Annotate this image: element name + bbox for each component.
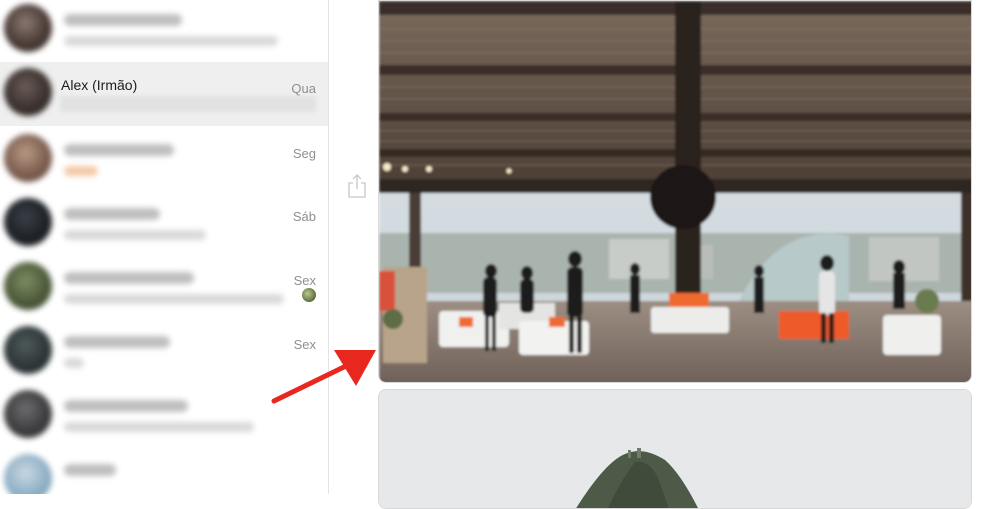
conversation-row[interactable] — [0, 256, 328, 320]
message-preview-blurred — [64, 294, 284, 304]
message-preview-blurred — [60, 96, 316, 112]
conversation-date: Sex — [293, 273, 316, 288]
conversation-row[interactable] — [0, 128, 328, 192]
mountain-photo — [379, 390, 971, 508]
conversation-date: Qua — [291, 81, 316, 96]
contact-name: Alex (Irmão) — [61, 77, 138, 93]
avatar — [4, 262, 52, 310]
conversation-row-selected[interactable] — [0, 62, 328, 126]
red-arrow-icon — [271, 350, 376, 404]
conversation-list: Alex (Irmão) Qua Seg Sáb Sex Sex — [0, 0, 329, 494]
conversation-date: Seg — [292, 146, 316, 161]
message-preview-blurred — [64, 230, 206, 240]
contact-name-blurred — [64, 208, 160, 220]
contact-name-blurred — [64, 400, 188, 412]
contact-name-blurred — [64, 464, 116, 476]
photo-message-lounge[interactable] — [378, 0, 972, 383]
conversation-date: Sáb — [292, 209, 316, 224]
contact-name-blurred — [64, 144, 174, 156]
conversation-row[interactable] — [0, 192, 328, 256]
contact-name-blurred — [64, 14, 182, 26]
avatar — [4, 134, 52, 182]
conversation-row[interactable] — [0, 0, 328, 62]
message-preview-blurred — [64, 422, 254, 432]
avatar — [4, 326, 52, 374]
avatar — [4, 4, 52, 52]
annotation-arrow — [268, 344, 378, 408]
photo-message-mountain[interactable] — [378, 389, 972, 509]
contact-name-blurred — [64, 336, 170, 348]
avatar — [4, 454, 52, 494]
lounge-photo — [379, 1, 971, 382]
read-receipt-avatar — [302, 288, 316, 302]
conversation-row[interactable] — [0, 448, 328, 494]
share-button[interactable] — [346, 174, 368, 198]
avatar — [4, 198, 52, 246]
contact-name-blurred — [64, 272, 194, 284]
message-preview-blurred — [64, 36, 278, 46]
message-preview-blurred — [64, 166, 98, 176]
avatar — [4, 68, 52, 116]
share-icon — [348, 174, 366, 198]
message-preview-blurred — [64, 358, 84, 368]
avatar — [4, 390, 52, 438]
